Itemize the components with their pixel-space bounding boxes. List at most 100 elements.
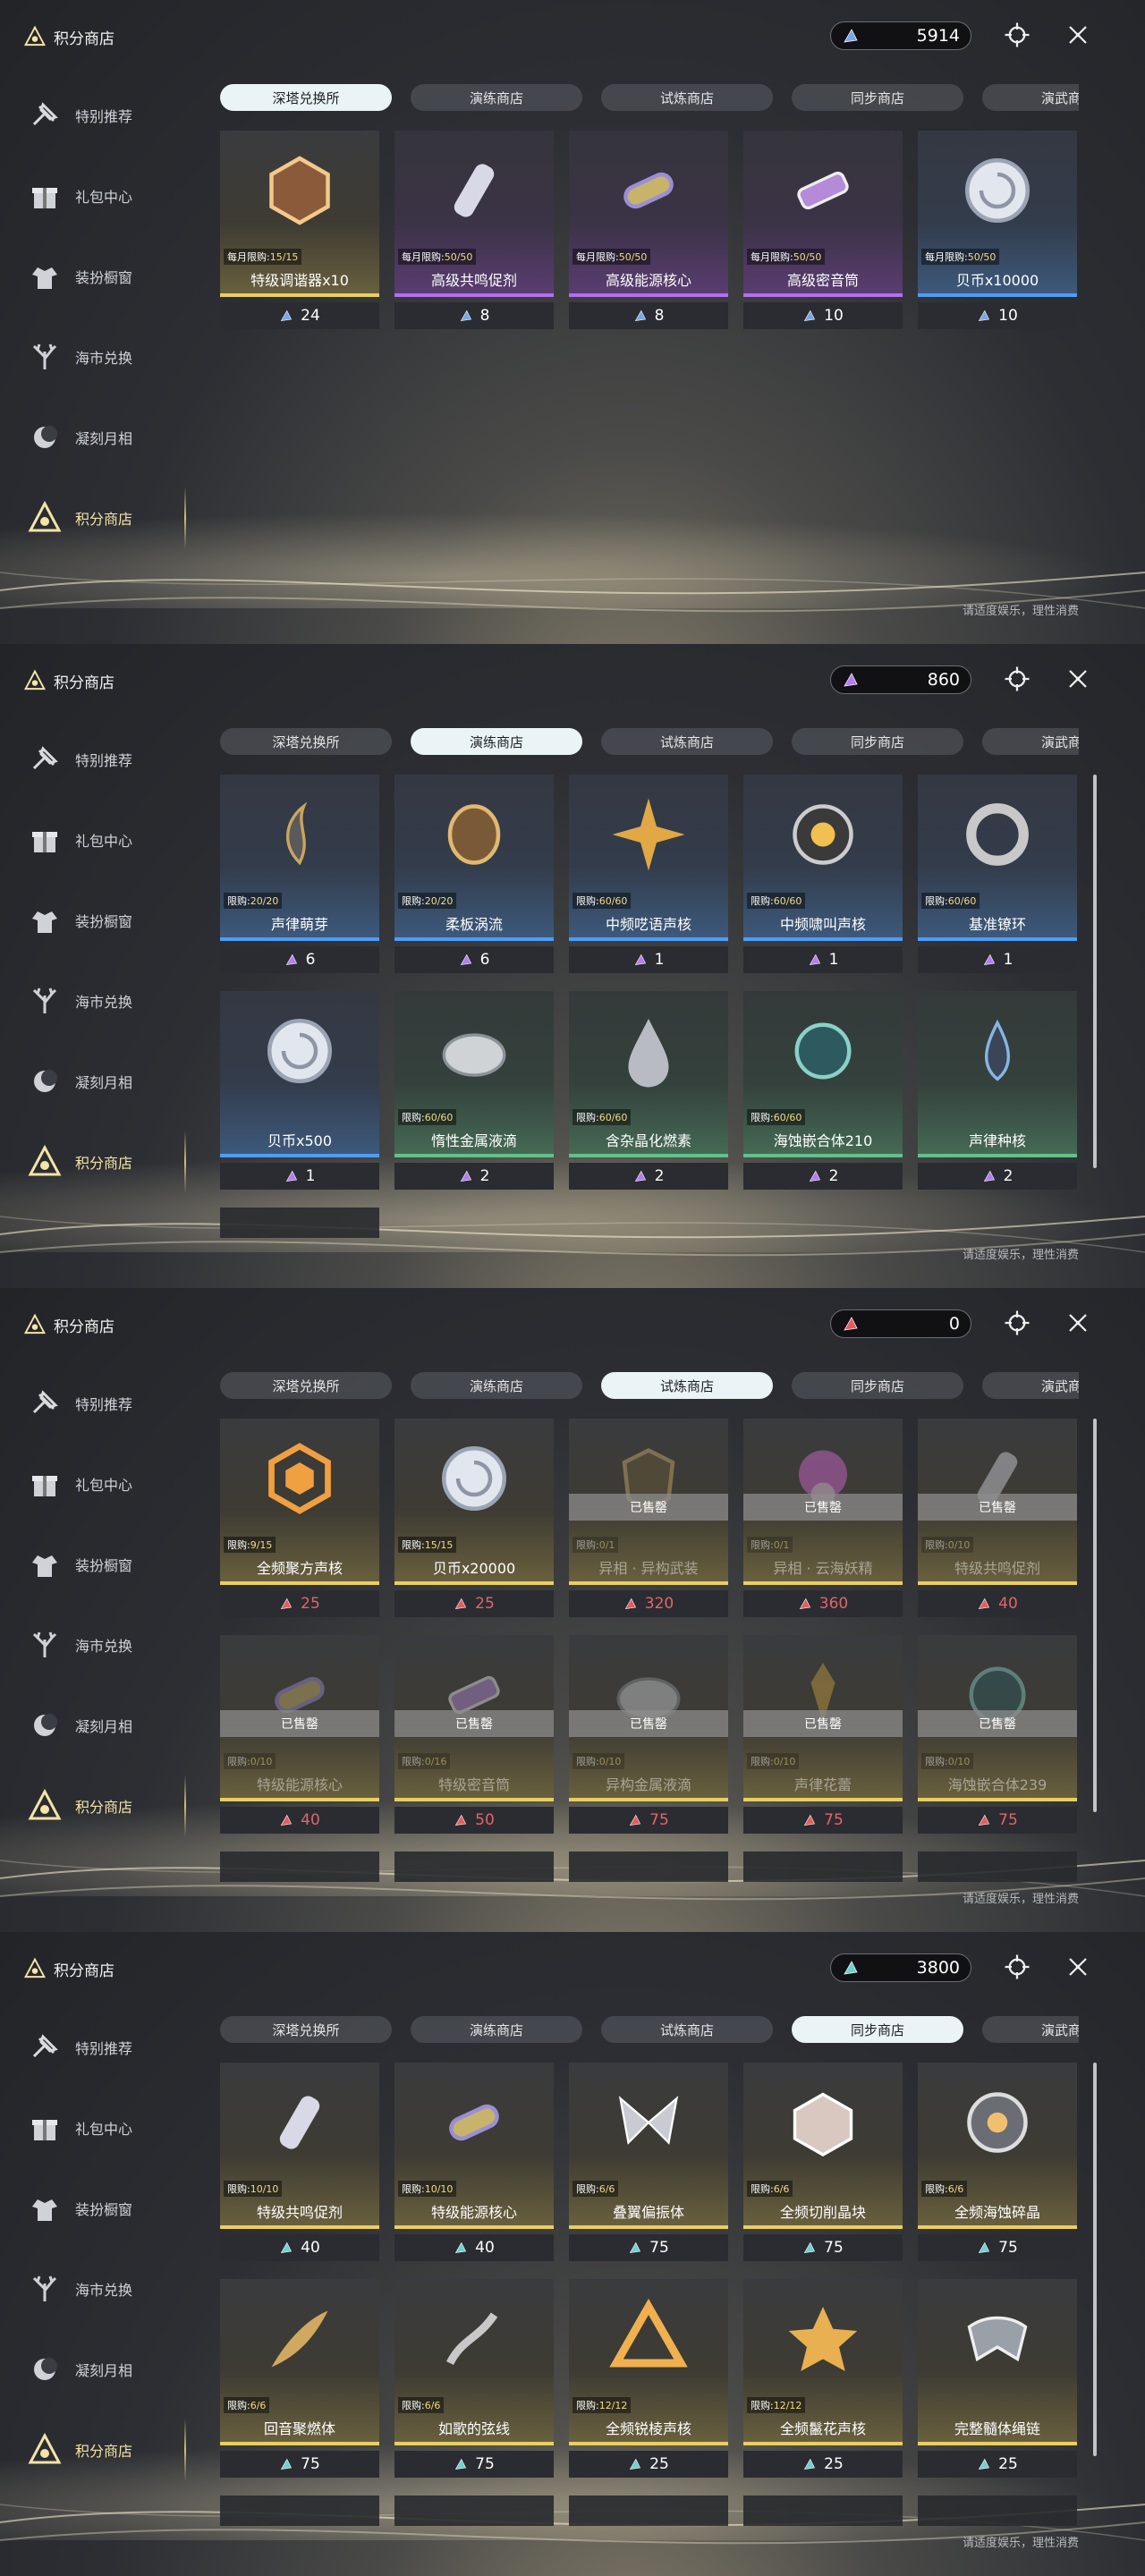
sidebar-item-2[interactable]: 礼包中心 [0,800,188,880]
item-card[interactable]: 限购:60/60 海蚀嵌合体210 2 [743,991,903,1190]
item-card[interactable]: 每月限购:50/50 高级能源核心 8 [569,131,728,329]
tab-2[interactable]: 演练商店 [411,1372,582,1399]
sidebar-item-4[interactable]: 海市兑换 [0,961,188,1041]
close-button[interactable] [1063,664,1093,694]
locate-button[interactable] [1002,20,1032,50]
item-card[interactable]: 限购:10/10 特级共鸣促剂 40 [220,2063,379,2261]
sidebar-item-3[interactable]: 装扮橱窗 [0,2168,188,2249]
item-card[interactable]: 限购:0/10 异构金属液滴 已售罄 75 [569,1635,728,1834]
item-card[interactable]: 贝币x500 1 [220,991,379,1190]
item-card[interactable]: 完整髓体绳链 25 [918,2279,1077,2478]
item-card[interactable]: 限购:0/10 海蚀嵌合体239 已售罄 75 [918,1635,1077,1834]
item-card[interactable]: 声律种核 2 [918,991,1077,1190]
sidebar-item-1[interactable]: 特别推荐 [0,75,188,156]
tab-2[interactable]: 演练商店 [411,2016,582,2043]
item-card[interactable]: 限购:12/12 全频鬣花声核 25 [743,2279,903,2478]
close-button[interactable] [1063,1308,1093,1338]
tab-1[interactable]: 深塔兑换所 [220,728,392,755]
item-card[interactable]: 每月限购:50/50 高级共鸣促剂 8 [394,131,554,329]
item-card[interactable]: 限购:0/1 异相 · 云海妖精 已售罄 360 [743,1419,903,1617]
item-card[interactable]: 限购:12/12 全频锐棱声核 25 [569,2279,728,2478]
scrollbar[interactable] [1093,775,1097,1168]
item-card[interactable]: 限购:60/60 基准镣环 1 [918,775,1077,973]
tab-1[interactable]: 深塔兑换所 [220,84,392,111]
item-price: 6 [394,946,554,973]
sidebar-item-3[interactable]: 装扮橱窗 [0,236,188,317]
tab-5[interactable]: 演武商店 [982,2016,1079,2043]
item-card[interactable]: 限购:10/10 特级能源核心 40 [394,2063,554,2261]
tab-5[interactable]: 演武商店 [982,84,1079,111]
limit-label: 限购: [751,2400,774,2411]
sidebar-item-4[interactable]: 海市兑换 [0,317,188,397]
item-card[interactable]: 限购:60/60 中频呓语声核 1 [569,775,728,973]
scrollbar[interactable] [1093,2063,1097,2456]
sidebar-item-4[interactable]: 海市兑换 [0,1605,188,1685]
shop-tabs: 深塔兑换所演练商店试炼商店同步商店演武商店 [220,1372,1079,1401]
rarity-bar [743,293,903,297]
sidebar-item-5[interactable]: 凝刻月相 [0,1041,188,1122]
sidebar-item-5[interactable]: 凝刻月相 [0,397,188,478]
tab-3[interactable]: 试炼商店 [601,1372,773,1399]
item-card[interactable]: 限购:20/20 声律萌芽 6 [220,775,379,973]
sidebar-item-3[interactable]: 装扮橱窗 [0,1524,188,1605]
locate-button[interactable] [1002,1952,1032,1982]
item-card[interactable]: 每月限购:50/50 贝币x10000 10 [918,131,1077,329]
sidebar-item-2[interactable]: 礼包中心 [0,2088,188,2168]
limit-label: 限购: [751,895,774,907]
item-card[interactable]: 限购:15/15 贝币x20000 25 [394,1419,554,1617]
close-button[interactable] [1063,20,1093,50]
sidebar-item-5[interactable]: 凝刻月相 [0,2329,188,2410]
item-card[interactable]: 限购:6/6 全频切削晶块 75 [743,2063,903,2261]
sidebar-item-6[interactable]: 积分商店 [0,478,188,558]
item-card[interactable]: 每月限购:50/50 高级密音筒 10 [743,131,903,329]
close-button[interactable] [1063,1952,1093,1982]
item-card[interactable]: 限购:20/20 柔板涡流 6 [394,775,554,973]
tab-1[interactable]: 深塔兑换所 [220,1372,392,1399]
locate-button[interactable] [1002,664,1032,694]
rarity-bar [220,1154,379,1157]
item-card[interactable]: 限购:6/6 叠翼偏振体 75 [569,2063,728,2261]
tab-3[interactable]: 试炼商店 [601,2016,773,2043]
price-value: 8 [654,307,665,325]
sidebar-item-1[interactable]: 特别推荐 [0,1363,188,1444]
item-card[interactable]: 限购:6/6 如歌的弦线 75 [394,2279,554,2478]
sidebar-item-5[interactable]: 凝刻月相 [0,1685,188,1766]
tab-4[interactable]: 同步商店 [792,2016,963,2043]
item-card[interactable]: 限购:0/10 声律花蕾 已售罄 75 [743,1635,903,1834]
tab-4[interactable]: 同步商店 [792,84,963,111]
item-card[interactable]: 限购:0/10 特级共鸣促剂 已售罄 40 [918,1419,1077,1617]
outfit-icon [27,2190,63,2226]
sidebar-item-6[interactable]: 积分商店 [0,1122,188,1202]
scrollbar[interactable] [1093,1419,1097,1812]
item-card[interactable]: 限购:6/6 全频海蚀碎晶 75 [918,2063,1077,2261]
item-card[interactable]: 限购:60/60 中频啸叫声核 1 [743,775,903,973]
item-name: 声律种核 [968,1132,1026,1149]
tab-4[interactable]: 同步商店 [792,728,963,755]
item-card[interactable]: 限购:0/10 特级能源核心 已售罄 40 [220,1635,379,1834]
tab-3[interactable]: 试炼商店 [601,84,773,111]
item-card[interactable]: 限购:9/15 全频聚方声核 25 [220,1419,379,1617]
locate-button[interactable] [1002,1308,1032,1338]
tab-3[interactable]: 试炼商店 [601,728,773,755]
sidebar-item-3[interactable]: 装扮橱窗 [0,880,188,961]
tab-5[interactable]: 演武商店 [982,1372,1079,1399]
tab-1[interactable]: 深塔兑换所 [220,2016,392,2043]
sidebar-item-4[interactable]: 海市兑换 [0,2249,188,2329]
item-card[interactable]: 每月限购:15/15 特级调谐器x10 24 [220,131,379,329]
item-card[interactable]: 限购:60/60 含杂晶化燃素 2 [569,991,728,1190]
sidebar-item-1[interactable]: 特别推荐 [0,719,188,800]
item-card[interactable]: 限购:0/16 特级密音筒 已售罄 50 [394,1635,554,1834]
next-row-card [220,2496,379,2526]
tab-4[interactable]: 同步商店 [792,1372,963,1399]
sidebar-item-2[interactable]: 礼包中心 [0,156,188,236]
tab-2[interactable]: 演练商店 [411,728,582,755]
tab-5[interactable]: 演武商店 [982,728,1079,755]
sidebar-item-6[interactable]: 积分商店 [0,2410,188,2490]
item-card[interactable]: 限购:0/1 异相 · 异构武装 已售罄 320 [569,1419,728,1617]
item-card[interactable]: 限购:6/6 回音聚燃体 75 [220,2279,379,2478]
item-card[interactable]: 限购:60/60 惰性金属液滴 2 [394,991,554,1190]
sidebar-item-2[interactable]: 礼包中心 [0,1444,188,1524]
sidebar-item-6[interactable]: 积分商店 [0,1766,188,1846]
sidebar-item-1[interactable]: 特别推荐 [0,2007,188,2088]
tab-2[interactable]: 演练商店 [411,84,582,111]
